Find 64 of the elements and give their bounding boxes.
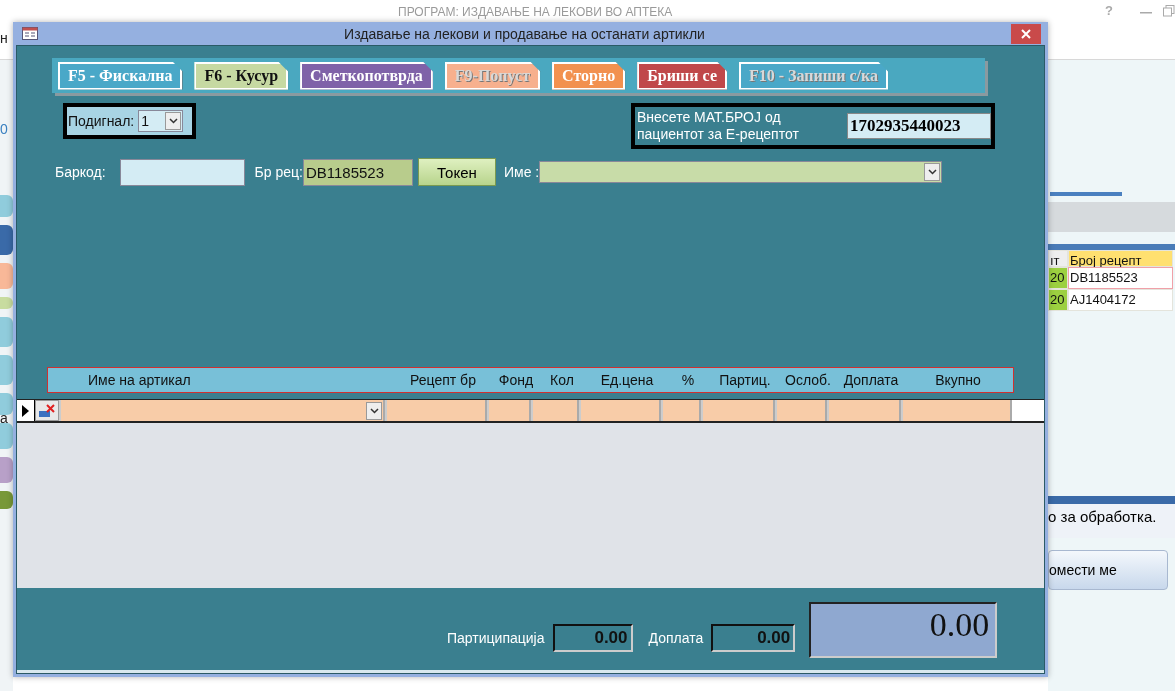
participation-field[interactable]: 0.00: [552, 624, 633, 652]
column-header[interactable]: ıт: [1048, 250, 1068, 267]
name-label: Име :: [503, 164, 540, 180]
participation-label: Партиципација: [447, 630, 545, 646]
input-field[interactable]: [827, 400, 901, 421]
maximize-icon[interactable]: [1163, 5, 1175, 17]
column-header: Ед.цена: [599, 372, 655, 388]
toolbar-button[interactable]: Бриши се: [637, 61, 727, 90]
table-cell: DB1185523: [1068, 267, 1173, 289]
minimize-icon[interactable]: [1140, 12, 1152, 14]
close-button[interactable]: [1011, 23, 1041, 44]
side-button[interactable]: [0, 457, 13, 483]
text-fragment: а: [0, 410, 8, 426]
barcode-field[interactable]: [119, 158, 245, 186]
table-cell: AJ1404172: [1068, 289, 1173, 311]
delete-row-button[interactable]: [35, 400, 59, 421]
caret-icon: [927, 169, 937, 175]
side-button[interactable]: [0, 225, 13, 255]
app-title: ПРОГРАМ: ИЗДАВАЊЕ НА ЛЕКОВИ ВО АПТЕКА: [398, 5, 673, 19]
patient-id-field[interactable]: 1702935440023: [847, 113, 991, 139]
text-fragment: н: [0, 30, 8, 46]
caret-icon: [369, 407, 379, 414]
column-header: Вкупно: [934, 372, 982, 388]
prescription-field[interactable]: DB1185523: [302, 158, 413, 186]
text-fragment: 0: [0, 121, 8, 137]
surcharge-label: Доплата: [648, 630, 704, 646]
record-pointer-icon: [22, 404, 29, 417]
column-header: Рецепт бр: [409, 372, 477, 388]
toolbar-button[interactable]: Сметкопотврда: [300, 61, 433, 90]
form-icon: [22, 27, 38, 40]
input-field[interactable]: [487, 400, 531, 421]
input-field[interactable]: [775, 400, 827, 421]
dialog-title: Издавање на лекови и продавање на останати артикли: [343, 25, 706, 42]
side-button[interactable]: [0, 491, 13, 509]
patient-id-label: Внесете МАТ.БРОЈ од пациентот за Е-рецептот: [637, 109, 800, 143]
message-text: о за обработка.: [1048, 508, 1157, 525]
input-field[interactable]: [901, 400, 1012, 421]
name-select[interactable]: [539, 161, 943, 183]
dismiss-button[interactable]: омести ме: [1048, 550, 1168, 590]
input-field[interactable]: [661, 400, 701, 421]
column-header[interactable]: Број рецепт: [1068, 250, 1173, 267]
surcharge-field[interactable]: 0.00: [711, 624, 796, 652]
column-header: Фонд: [497, 372, 535, 388]
toolbar-button[interactable]: F6 - Кусур: [194, 61, 289, 90]
column-header: Кол: [549, 372, 575, 388]
total-field[interactable]: 0.00: [809, 602, 998, 658]
input-field[interactable]: [385, 400, 487, 421]
token-button[interactable]: Токен: [417, 158, 496, 186]
input-field[interactable]: [701, 400, 775, 421]
column-header: Ослоб.: [784, 372, 832, 388]
close-icon: [1021, 28, 1031, 39]
input-field[interactable]: [579, 400, 661, 421]
column-header: Доплата: [842, 372, 900, 388]
column-header: Име на артикал: [87, 372, 192, 388]
lift-select[interactable]: 1: [138, 110, 184, 132]
caret-icon: [168, 118, 178, 124]
table-cell: 20: [1048, 267, 1068, 289]
column-header: Партиц.: [718, 372, 772, 388]
input-field[interactable]: [531, 400, 579, 421]
table-cell: 20: [1048, 289, 1068, 311]
column-header: %: [680, 372, 696, 388]
barcode-label: Баркод:: [55, 164, 106, 180]
prescription-label: Бр рец:: [254, 164, 303, 180]
lift-label: Подигнал:: [68, 113, 135, 129]
